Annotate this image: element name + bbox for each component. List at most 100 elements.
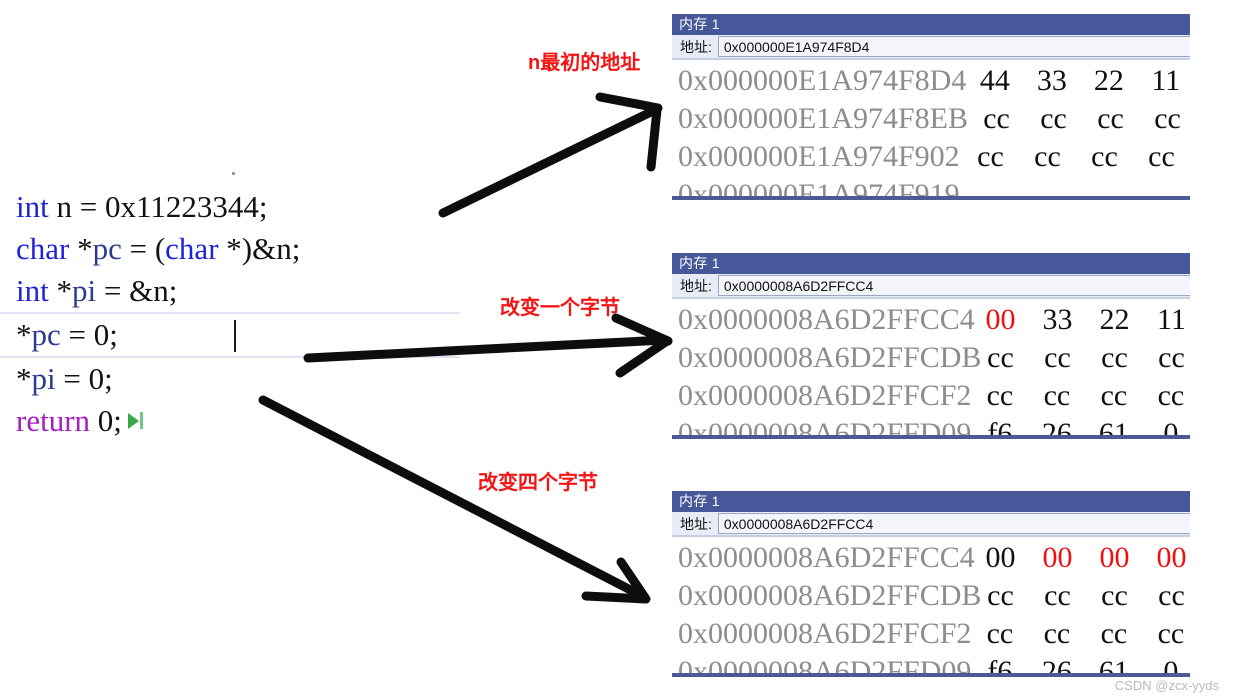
memory-byte: cc <box>986 379 1014 412</box>
memory-row-bytes: cc cc cc cc <box>971 379 1190 413</box>
annotation-one-byte-changed: 改变一个字节 <box>500 297 620 319</box>
code-token: pi <box>71 273 97 308</box>
memory-byte: 11 <box>1157 303 1186 336</box>
memory-row[interactable]: 0x0000008A6D2FFD09 f6 26 61 0 <box>672 655 1190 677</box>
run-to-cursor-icon[interactable] <box>127 397 143 439</box>
memory-row-bytes: 44 33 22 11 <box>966 64 1190 98</box>
memory-byte: 33 <box>1036 64 1067 97</box>
memory-byte: cc <box>1157 379 1185 412</box>
code-lines-container: int n = 0x11223344; char *pc = (char *)&n… <box>0 186 460 442</box>
code-token: 0; <box>90 403 122 438</box>
code-line-4[interactable]: *pc = 0; <box>0 312 460 358</box>
memory-row-address: 0x0000008A6D2FFCF2 <box>678 617 972 650</box>
memory-row-address: 0x0000008A6D2FFD09 <box>678 655 972 677</box>
memory-byte: cc <box>1148 140 1175 173</box>
code-token: *)&n; <box>218 231 301 266</box>
memory-byte: cc <box>1097 102 1124 135</box>
address-input[interactable]: 0x000000E1A974F8D4 <box>717 36 1190 57</box>
code-token: n = 0x11223344; <box>48 189 268 224</box>
memory-row-address: 0x0000008A6D2FFD09 <box>678 417 972 439</box>
memory-row[interactable]: 0x000000E1A974F8EB cc cc cc cc <box>672 102 1190 140</box>
memory-byte: cc <box>1040 102 1067 135</box>
memory-byte: cc <box>1100 379 1128 412</box>
memory-row[interactable]: 0x0000008A6D2FFCDB cc cc cc cc <box>672 341 1190 379</box>
memory-byte: 00 <box>985 541 1016 574</box>
code-token: char <box>165 231 219 266</box>
memory-row-bytes: f6 26 61 0 <box>971 417 1190 439</box>
memory-byte: cc <box>1043 617 1071 650</box>
address-input[interactable]: 0x0000008A6D2FFCC4 <box>717 513 1190 534</box>
memory-byte: f6 <box>987 655 1013 677</box>
memory-row-bytes: f6 26 61 0 <box>971 655 1190 677</box>
address-bar: 地址: 0x0000008A6D2FFCC4 <box>672 274 1190 299</box>
code-token: = 0; <box>55 361 113 396</box>
memory-row[interactable]: 0x0000008A6D2FFD09 f6 26 61 0 <box>672 417 1190 439</box>
memory-panel-3[interactable]: 内存 1 地址: 0x0000008A6D2FFCC4 0x0000008A6D2FF… <box>672 491 1190 677</box>
text-caret <box>234 320 236 352</box>
memory-byte: 00 <box>1099 541 1130 574</box>
memory-byte: f6 <box>987 417 1013 439</box>
memory-panel-2[interactable]: 内存 1 地址: 0x0000008A6D2FFCC4 0x0000008A6D2FF… <box>672 253 1190 439</box>
memory-byte: 61 <box>1098 417 1129 439</box>
memory-row[interactable]: 0x0000008A6D2FFCC4 00 00 00 00 <box>672 541 1190 579</box>
address-input[interactable]: 0x0000008A6D2FFCC4 <box>717 275 1190 296</box>
memory-byte: 44 <box>979 64 1010 97</box>
arrow-to-memory-1 <box>438 92 663 218</box>
code-token: int <box>16 189 49 224</box>
memory-row-address: 0x0000008A6D2FFCDB <box>678 579 982 612</box>
memory-row[interactable]: 0x000000E1A974F919 <box>672 178 1190 200</box>
memory-byte: cc <box>987 579 1014 612</box>
code-line-5[interactable]: *pi = 0; <box>0 358 460 400</box>
code-token: * <box>16 317 32 352</box>
memory-row[interactable]: 0x000000E1A974F902 cc cc cc cc <box>672 140 1190 178</box>
memory-byte: cc <box>1154 102 1181 135</box>
memory-byte: cc <box>983 102 1010 135</box>
memory-row-address: 0x0000008A6D2FFCF2 <box>678 379 972 412</box>
annotation-four-bytes-changed: 改变四个字节 <box>478 472 598 494</box>
memory-byte: cc <box>1034 140 1061 173</box>
memory-row[interactable]: 0x0000008A6D2FFCDB cc cc cc cc <box>672 579 1190 617</box>
memory-row-address: 0x0000008A6D2FFCC4 <box>678 303 975 336</box>
code-token: * <box>16 361 32 396</box>
address-label: 地址: <box>680 38 712 55</box>
memory-byte: cc <box>1091 140 1118 173</box>
memory-byte: cc <box>1158 341 1185 374</box>
code-line-2[interactable]: char *pc = (char *)&n; <box>0 228 460 270</box>
memory-row-bytes: cc cc cc cc <box>972 579 1190 613</box>
code-line-3[interactable]: int *pi = &n; <box>0 270 460 312</box>
memory-byte: 26 <box>1041 417 1072 439</box>
memory-row[interactable]: 0x000000E1A974F8D4 44 33 22 11 <box>672 64 1190 102</box>
code-line-1[interactable]: int n = 0x11223344; <box>0 186 460 228</box>
memory-byte: 26 <box>1041 655 1072 677</box>
code-token: = &n; <box>96 273 178 308</box>
memory-byte: 33 <box>1042 303 1073 336</box>
memory-row-address: 0x000000E1A974F8D4 <box>678 64 967 97</box>
code-editor[interactable]: int n = 0x11223344; char *pc = (char *)&n… <box>0 186 460 442</box>
memory-row-bytes: cc cc cc cc <box>971 617 1190 651</box>
memory-row-address: 0x0000008A6D2FFCDB <box>678 341 982 374</box>
code-token: char <box>16 231 70 266</box>
code-token: int <box>16 273 49 308</box>
memory-byte: 0 <box>1163 417 1179 439</box>
memory-byte: 61 <box>1098 655 1129 677</box>
memory-panel-title: 内存 1 <box>672 253 1190 274</box>
address-label: 地址: <box>680 515 712 532</box>
code-line-6[interactable]: return 0; <box>0 400 460 442</box>
memory-row-bytes: 00 00 00 00 <box>972 541 1190 575</box>
code-token: pc <box>92 231 122 266</box>
memory-row-address: 0x0000008A6D2FFCC4 <box>678 541 975 574</box>
code-token: * <box>69 231 93 266</box>
memory-byte: cc <box>987 341 1014 374</box>
memory-panel-1[interactable]: 内存 1 地址: 0x000000E1A974F8D4 0x000000E1A974F… <box>672 14 1190 200</box>
annotation-initial-address: n最初的地址 <box>528 52 641 74</box>
memory-panel-title: 内存 1 <box>672 14 1190 35</box>
memory-byte: cc <box>1044 341 1071 374</box>
memory-row[interactable]: 0x0000008A6D2FFCF2 cc cc cc cc <box>672 379 1190 417</box>
memory-byte: cc <box>1158 579 1185 612</box>
memory-byte: cc <box>986 617 1014 650</box>
memory-rows: 0x0000008A6D2FFCC4 00 33 22 11 0x0000008A6D2F… <box>672 299 1190 439</box>
memory-row[interactable]: 0x0000008A6D2FFCF2 cc cc cc cc <box>672 617 1190 655</box>
memory-byte: 0 <box>1163 655 1179 677</box>
memory-row[interactable]: 0x0000008A6D2FFCC4 00 33 22 11 <box>672 303 1190 341</box>
memory-row-address: 0x000000E1A974F919 <box>678 178 960 200</box>
